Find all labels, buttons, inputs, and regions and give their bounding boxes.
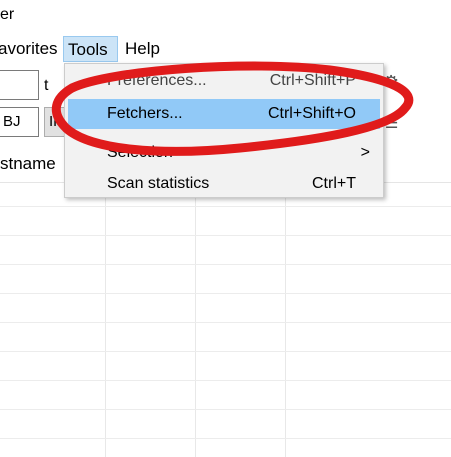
menu-item-shortcut: Ctrl+Shift+O	[267, 105, 356, 122]
table-row	[0, 264, 451, 265]
hostname-input[interactable]: BJ	[0, 107, 39, 137]
table-row	[0, 206, 451, 207]
table-row	[0, 322, 451, 323]
menu-item-label: Fetchers...	[107, 105, 183, 122]
table-row	[0, 351, 451, 352]
column-header-hostname[interactable]: stname	[0, 154, 56, 174]
menu-item-label: Preferences...	[107, 72, 207, 89]
menu-help[interactable]: Help	[121, 36, 164, 62]
list-icon[interactable]: ☰	[385, 114, 398, 132]
table-row	[0, 293, 451, 294]
menu-item-label: Scan statistics	[107, 175, 210, 192]
tools-dropdown-menu: Preferences... Ctrl+Shift+P Fetchers... …	[64, 63, 384, 198]
gear-icon[interactable]: ⚙	[383, 72, 399, 93]
column-divider	[285, 182, 286, 457]
menu-favorites[interactable]: avorites	[0, 36, 62, 62]
menu-tools[interactable]: Tools	[63, 36, 118, 62]
column-divider	[195, 182, 196, 457]
table-row	[0, 235, 451, 236]
table-row	[0, 409, 451, 410]
menu-item-shortcut: Ctrl+Shift+P	[269, 72, 356, 89]
column-divider	[105, 182, 106, 457]
chevron-right-icon: >	[360, 144, 370, 161]
menu-item-label: Selection	[107, 144, 173, 161]
ip-range-start-input[interactable]	[0, 70, 39, 100]
menu-item-selection[interactable]: Selection >	[68, 138, 380, 168]
menu-bar: avorites Tools Help	[0, 34, 451, 64]
menu-item-shortcut: Ctrl+T	[312, 175, 356, 192]
table-row	[0, 380, 451, 381]
menu-item-scan-statistics[interactable]: Scan statistics Ctrl+T	[68, 169, 380, 199]
menu-item-preferences[interactable]: Preferences... Ctrl+Shift+P	[68, 66, 380, 96]
table-row	[0, 438, 451, 439]
menu-item-fetchers[interactable]: Fetchers... Ctrl+Shift+O	[68, 99, 380, 129]
window-title: er	[0, 6, 15, 23]
range-to-label: t	[44, 77, 49, 94]
